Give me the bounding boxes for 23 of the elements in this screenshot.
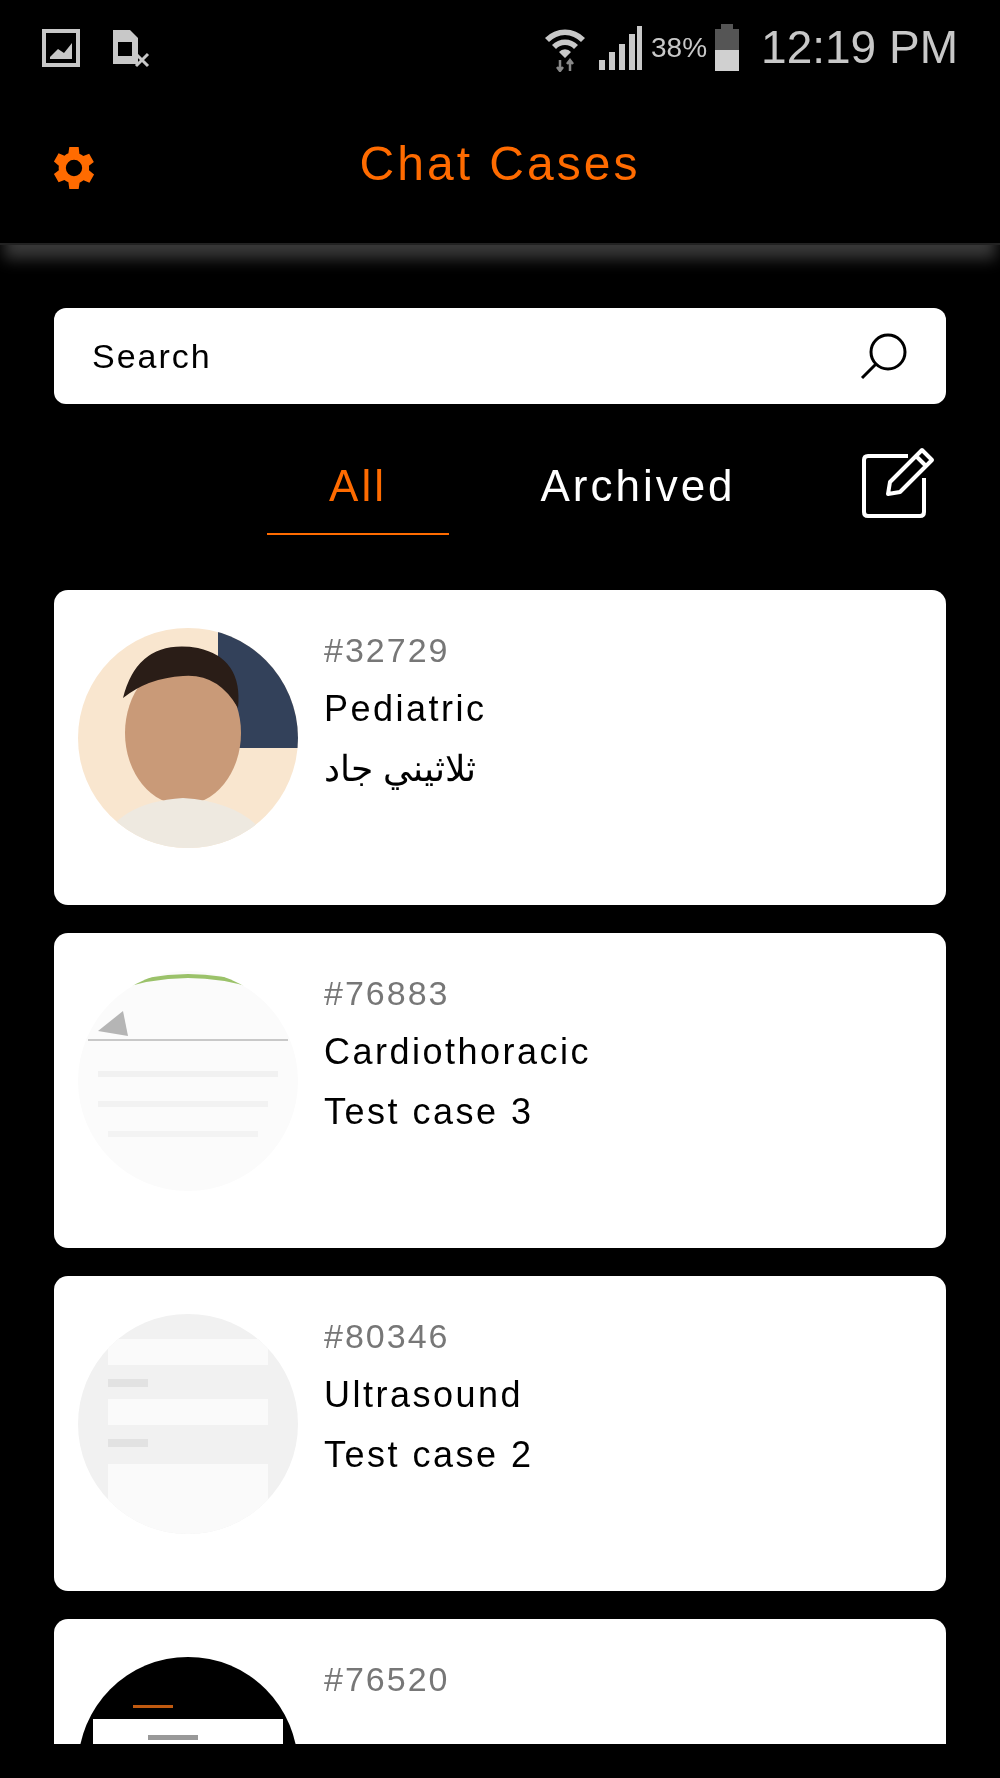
case-card[interactable]: #76520 [54,1619,946,1744]
case-number: #76883 [324,973,451,1014]
case-number: #76520 [324,1659,450,1700]
screen-title: Chat Cases [359,136,641,192]
battery-icon [713,23,742,72]
sim-card-icon [110,27,150,68]
case-number: #80346 [324,1316,451,1357]
case-specialty: Ultrasound [324,1373,525,1417]
case-card[interactable]: #76883 Cardiothoracic Test case 3 [54,933,946,1248]
case-subject: ثلاثيني جاد [324,747,477,792]
search-field[interactable]: Search [54,308,946,404]
tab[interactable]: Archived [513,453,763,535]
status-time: 12:19 PM [761,20,958,75]
gallery-icon [42,28,80,67]
case-specialty: Pediatric [324,687,487,731]
tab[interactable]: All [267,453,449,535]
signal-icon [597,25,644,70]
case-number: #32729 [324,630,451,671]
case-specialty: Cardiothoracic [324,1030,592,1074]
case-subject: Test case 3 [324,1090,535,1134]
case-subject: Test case 2 [324,1433,534,1477]
battery-percent: 38% [651,30,708,65]
case-card[interactable]: #80346 Ultrasound Test case 2 [54,1276,946,1591]
